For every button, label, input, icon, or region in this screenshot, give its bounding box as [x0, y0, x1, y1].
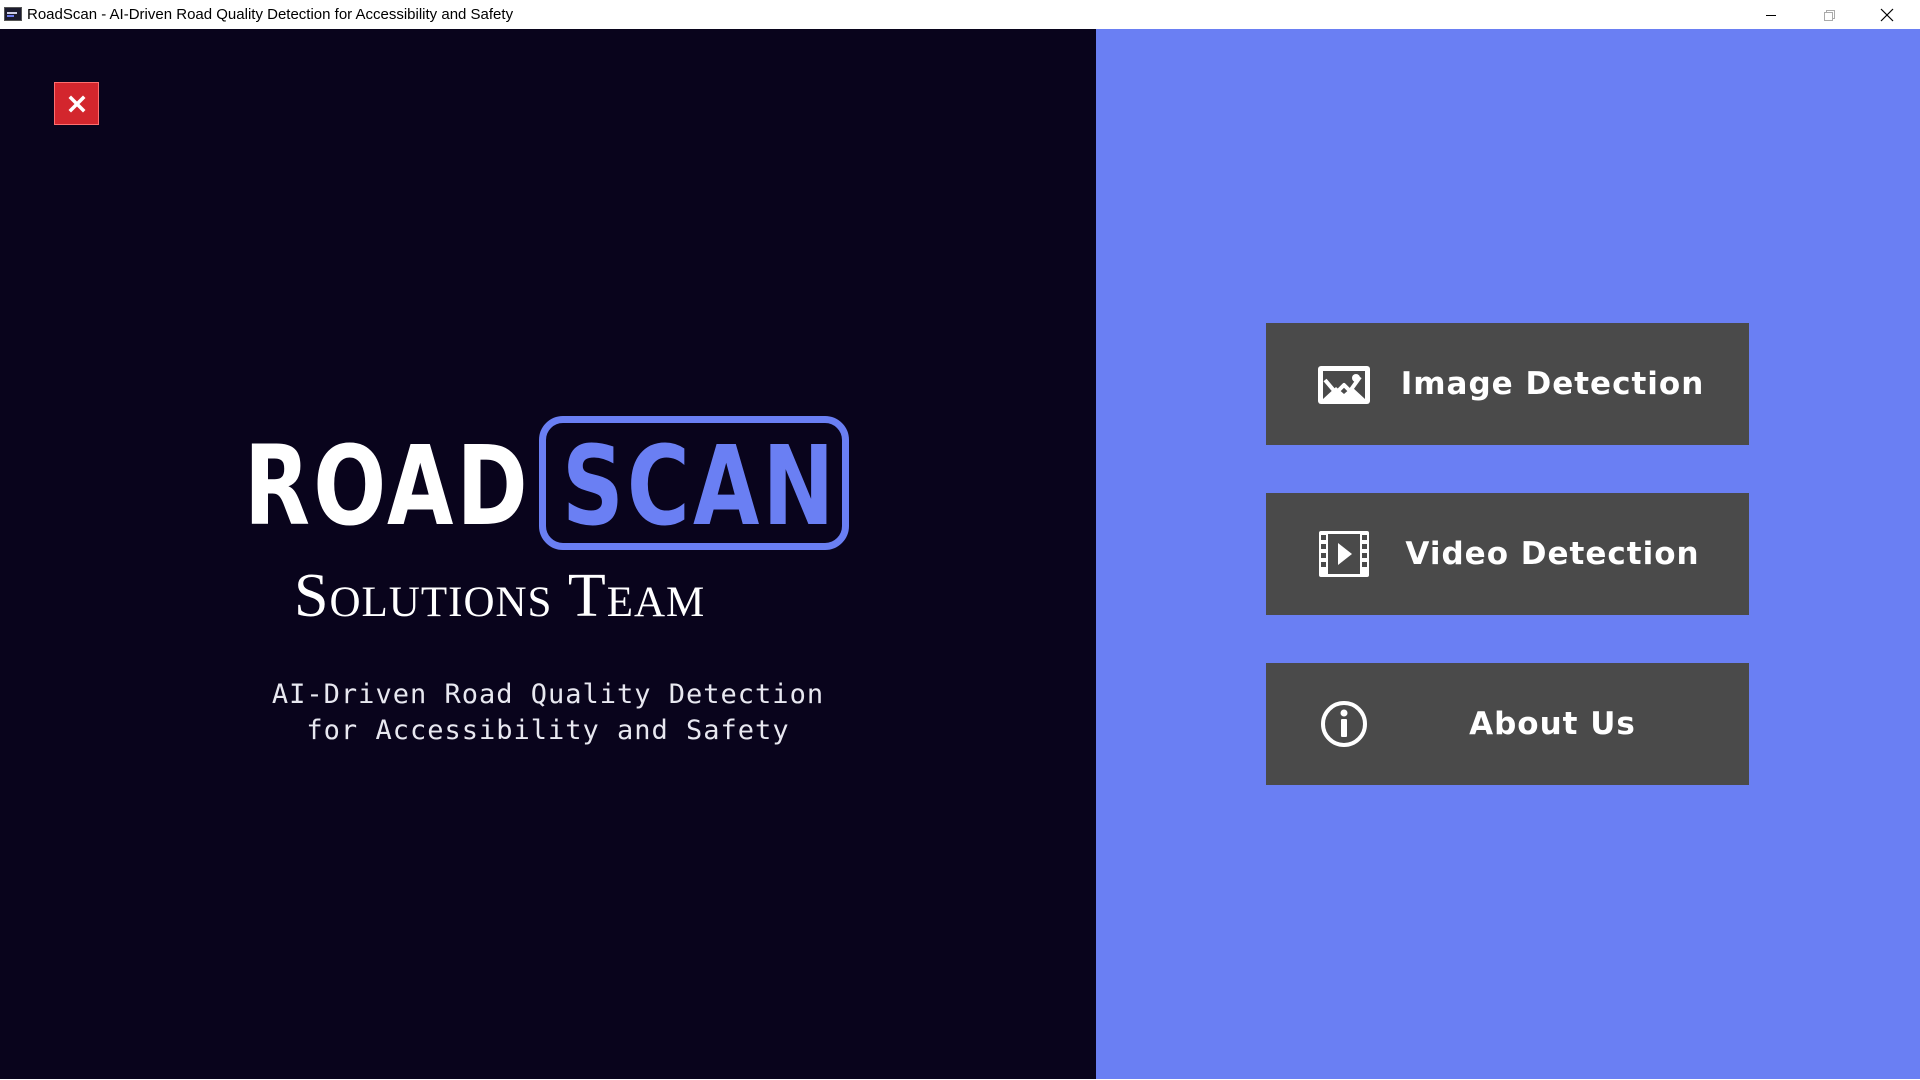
- tagline-line-2: for Accessibility and Safety: [306, 715, 790, 746]
- close-icon: [68, 95, 85, 112]
- branding-panel: ROAD SCAN Solutions Team AI-Driven Road …: [0, 29, 1096, 1080]
- about-us-button[interactable]: About Us: [1266, 663, 1749, 785]
- video-detection-label: Video Detection: [1405, 536, 1700, 572]
- minimize-icon: [1766, 14, 1776, 16]
- image-icon: [1318, 366, 1370, 404]
- maximize-button[interactable]: [1800, 0, 1858, 29]
- minimize-button[interactable]: [1742, 0, 1800, 29]
- logo-road-text: ROAD: [244, 422, 531, 550]
- roadscan-logo: ROAD SCAN Solutions Team: [244, 385, 864, 635]
- info-icon: [1321, 701, 1367, 747]
- logo-subtitle: Solutions Team: [294, 562, 706, 630]
- video-icon: [1319, 531, 1369, 577]
- tagline: AI-Driven Road Quality Detection for Acc…: [0, 677, 1096, 749]
- about-us-label: About Us: [1469, 706, 1636, 742]
- exit-app-button[interactable]: [54, 82, 99, 125]
- image-detection-button[interactable]: Image Detection: [1266, 323, 1749, 445]
- maximize-icon: [1824, 9, 1835, 21]
- title-bar: RoadScan - AI-Driven Road Quality Detect…: [0, 0, 1920, 29]
- close-icon: [1880, 8, 1894, 21]
- window-title: RoadScan - AI-Driven Road Quality Detect…: [27, 6, 514, 23]
- image-detection-label: Image Detection: [1400, 366, 1705, 402]
- logo-scan-text: SCAN: [562, 422, 838, 550]
- window-close-button[interactable]: [1858, 0, 1916, 29]
- video-detection-button[interactable]: Video Detection: [1266, 493, 1749, 615]
- tagline-line-1: AI-Driven Road Quality Detection: [271, 679, 825, 710]
- app-window: RoadScan - AI-Driven Road Quality Detect…: [0, 0, 1920, 1080]
- app-icon: [4, 7, 22, 21]
